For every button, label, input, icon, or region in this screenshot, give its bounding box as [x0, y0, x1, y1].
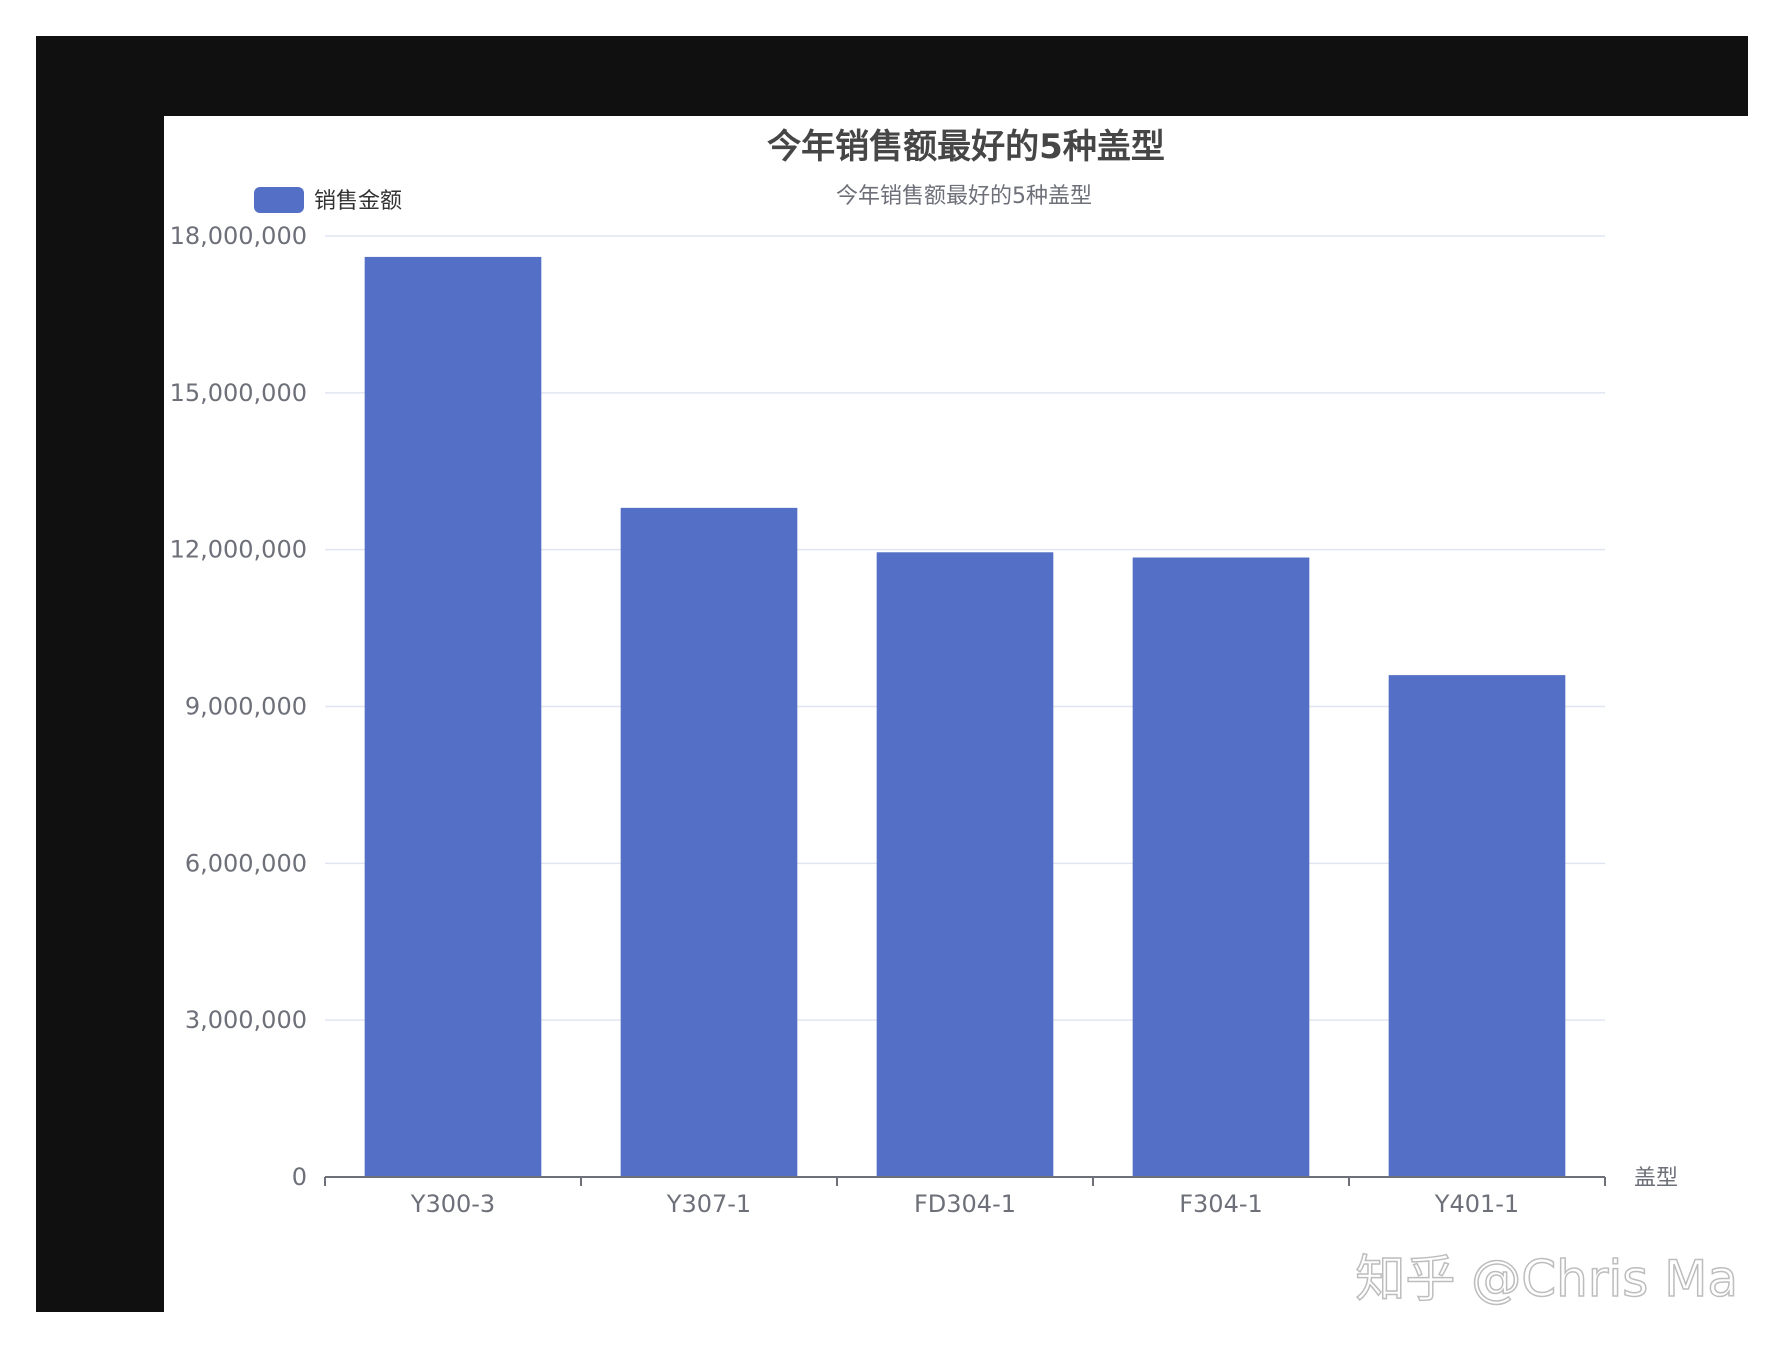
bar [620, 507, 798, 1177]
y-tick-label: 0 [292, 1163, 307, 1191]
legend[interactable]: 销售金额 [254, 187, 402, 214]
y-tick-label: 15,000,000 [170, 379, 307, 407]
y-tick-label: 18,000,000 [170, 222, 307, 250]
bar-chart: 今年销售额最好的5种盖型 今年销售额最好的5种盖型 销售金额 0 3,000,00… [170, 127, 1739, 1309]
legend-swatch [254, 187, 304, 213]
bar [876, 552, 1054, 1177]
x-tick-label: F304-1 [1179, 1190, 1263, 1218]
x-tick-label: FD304-1 [914, 1190, 1016, 1218]
x-axis-name: 盖型 [1634, 1166, 1678, 1191]
x-axis-labels: Y300-3 Y307-1 FD304-1 F304-1 Y401-1 [410, 1190, 1519, 1218]
y-tick-label: 3,000,000 [185, 1006, 307, 1034]
x-tick-label: Y401-1 [1434, 1190, 1519, 1218]
y-axis-labels: 0 3,000,000 6,000,000 9,000,000 12,000,000 15… [170, 222, 307, 1191]
bar [1132, 557, 1310, 1177]
chart-subtitle: 今年销售额最好的5种盖型 [836, 184, 1092, 209]
bars [364, 256, 1566, 1177]
y-tick-label: 12,000,000 [170, 536, 307, 564]
legend-label: 销售金额 [314, 189, 402, 214]
chart-title: 今年销售额最好的5种盖型 [767, 127, 1165, 167]
x-tick-label: Y300-3 [410, 1190, 495, 1218]
bar [364, 256, 542, 1177]
y-tick-label: 9,000,000 [185, 693, 307, 721]
bar [1388, 675, 1566, 1177]
y-tick-label: 6,000,000 [185, 849, 307, 877]
x-tick-label: Y307-1 [666, 1190, 751, 1218]
x-axis [324, 1176, 1606, 1186]
watermark: 知乎 @Chris Ma [1355, 1250, 1738, 1308]
